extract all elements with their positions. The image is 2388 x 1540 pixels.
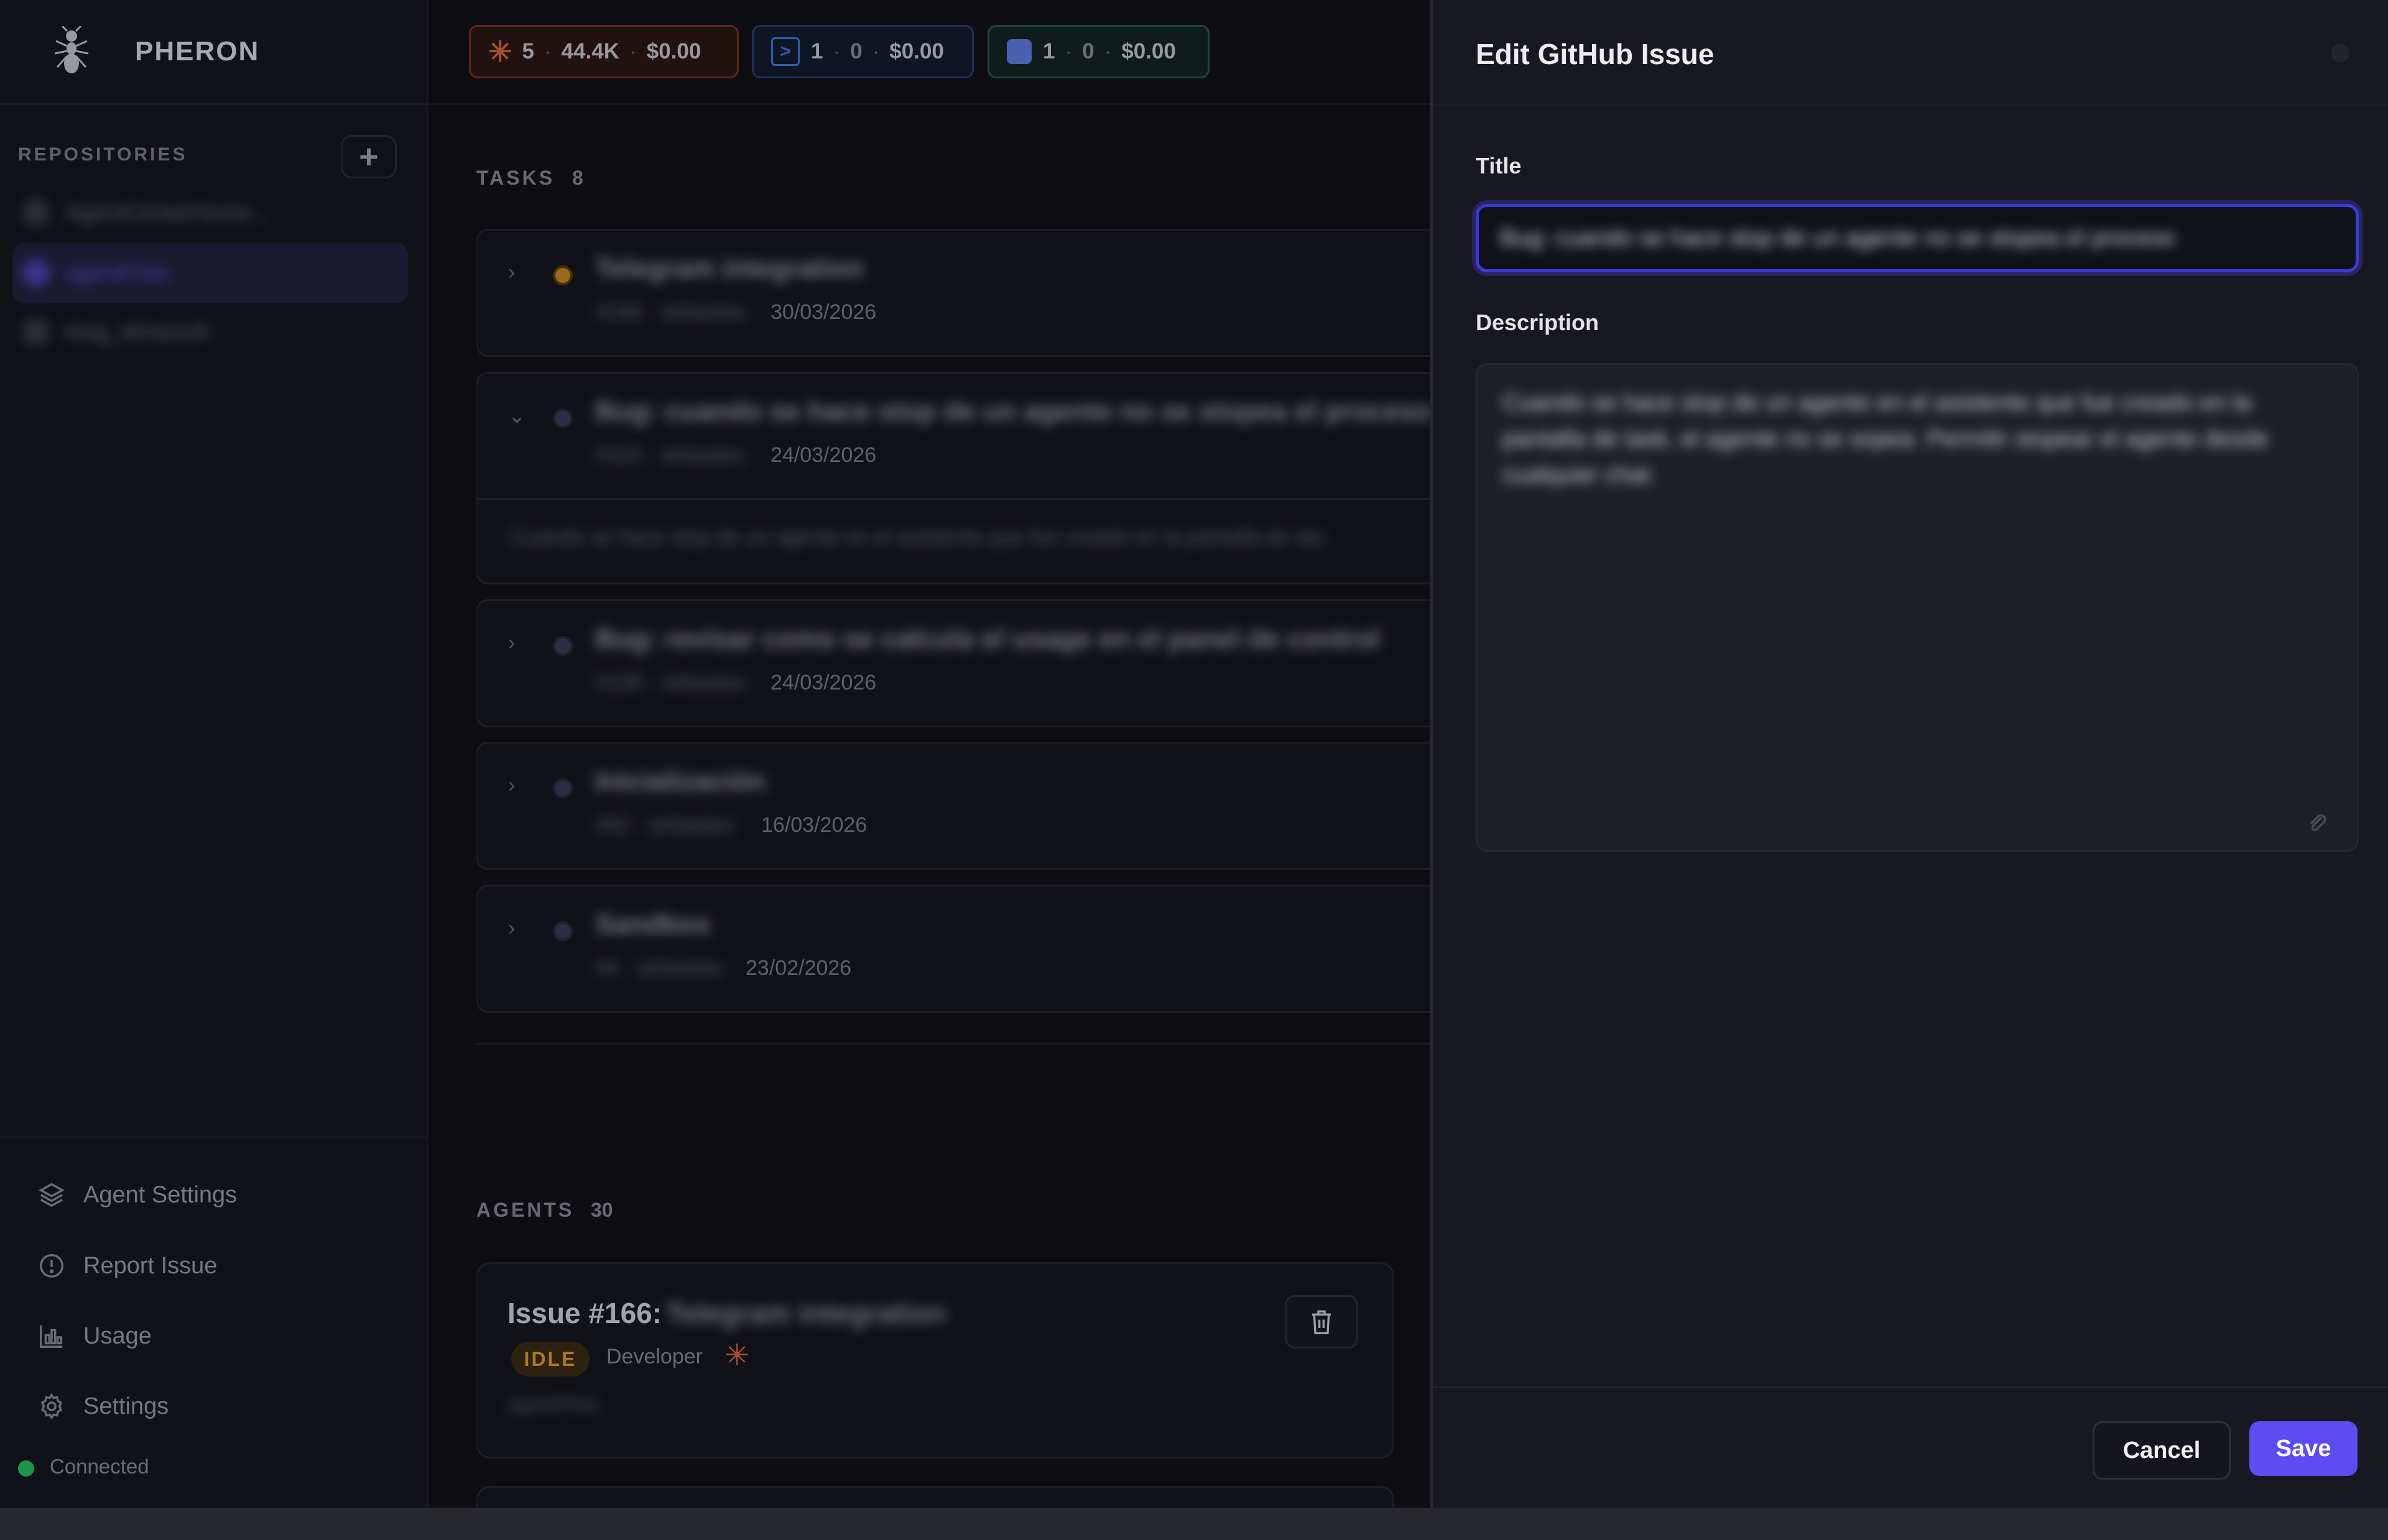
window-bottom-strip <box>0 1508 2388 1540</box>
modal-title: Edit GitHub Issue <box>1476 38 1715 70</box>
modal-footer-divider <box>1433 1386 2388 1388</box>
title-input-value: Bug: cuando se hace stop de un agente no… <box>1500 224 2175 251</box>
title-input[interactable]: Bug: cuando se hace stop de un agente no… <box>1476 204 2359 272</box>
description-textarea[interactable]: Cuando se hace stop de un agente en el a… <box>1476 363 2359 852</box>
cancel-button[interactable]: Cancel <box>2093 1421 2231 1480</box>
description-value: Cuando se hace stop de un agente en el a… <box>1502 390 2269 488</box>
description-label: Description <box>1476 310 1599 335</box>
title-label: Title <box>1476 153 1522 178</box>
attach-icon[interactable] <box>2305 811 2330 836</box>
save-button[interactable]: Save <box>2249 1421 2358 1476</box>
close-icon[interactable] <box>2331 44 2349 62</box>
modal-backdrop[interactable] <box>0 0 1430 1508</box>
modal-divider <box>1433 104 2388 106</box>
